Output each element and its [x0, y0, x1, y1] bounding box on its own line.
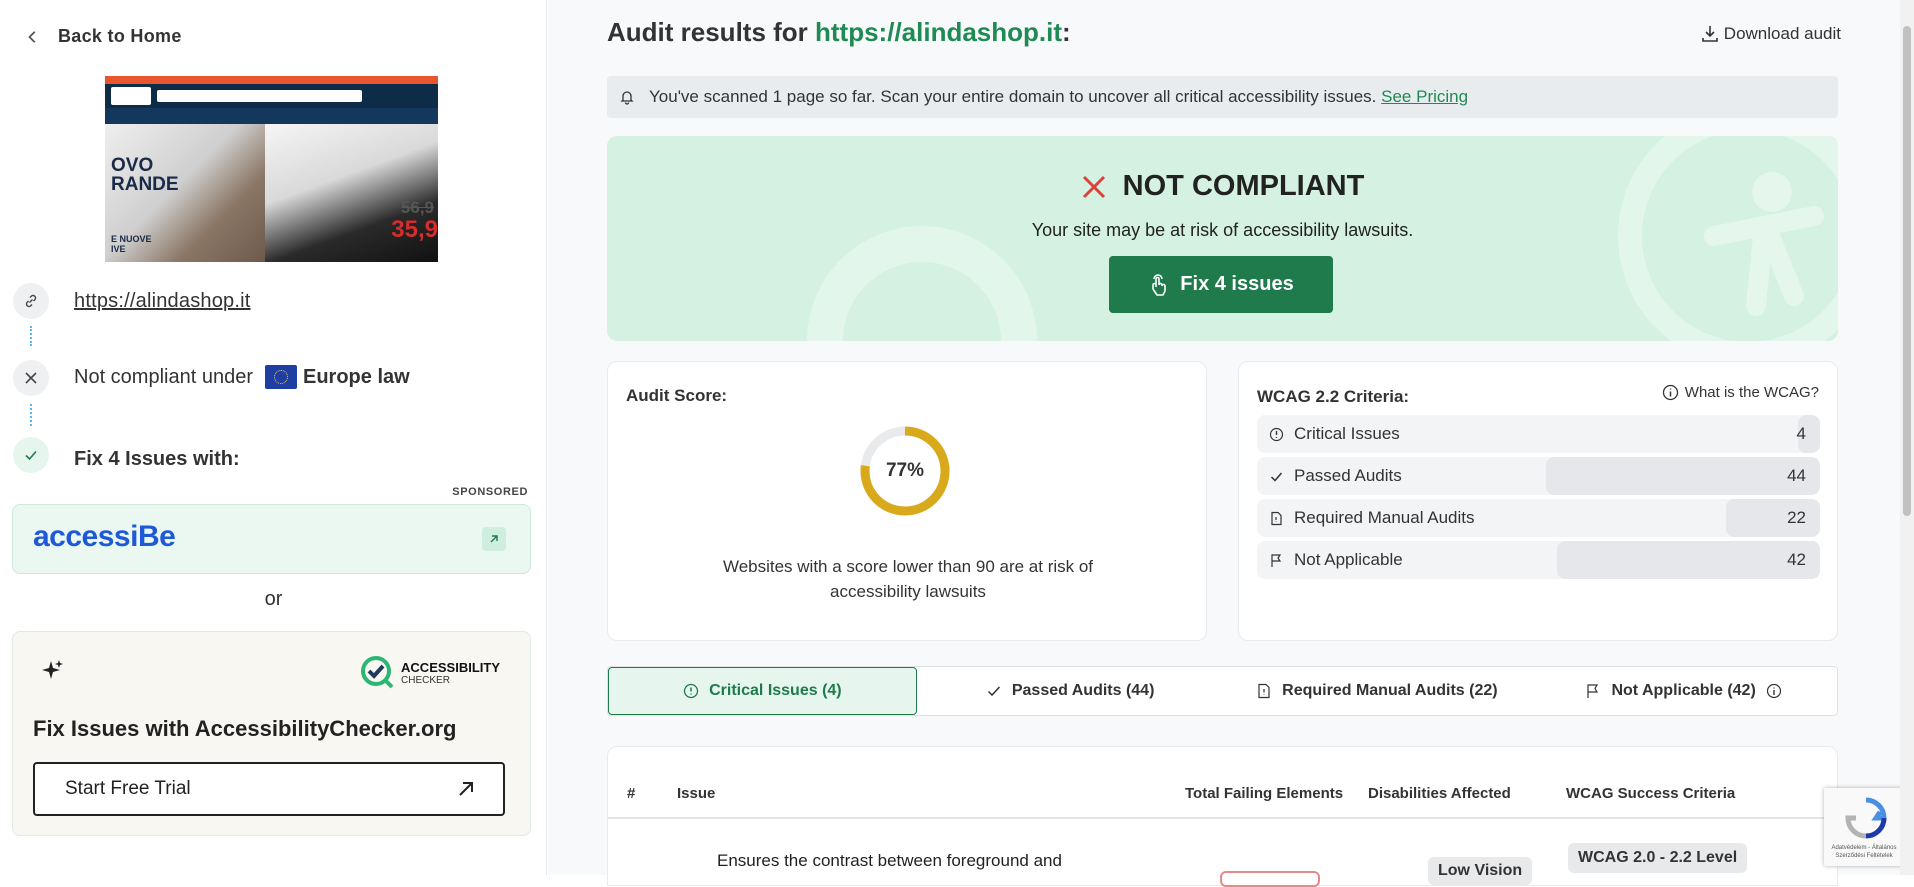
preview-headline: OVO RANDE: [111, 155, 179, 195]
wcag-criteria-card: WCAG 2.2 Criteria: What is the WCAG? Cri…: [1238, 361, 1838, 641]
criteria-row-passed: Passed Audits 44: [1257, 457, 1820, 495]
col-wcag-criteria: WCAG Success Criteria: [1566, 785, 1736, 802]
checker-title: Fix Issues with AccessibilityChecker.org: [33, 716, 457, 741]
wcag-title: WCAG 2.2 Criteria:: [1257, 387, 1410, 406]
fix-issues-button[interactable]: Fix 4 issues: [1109, 256, 1333, 313]
tap-hand-icon: [1152, 273, 1167, 296]
compliance-status: Not compliant under Europe law: [74, 365, 410, 389]
scan-notice-banner: You've scanned 1 page so far. Scan your …: [607, 76, 1838, 118]
download-icon: [1701, 26, 1718, 42]
alert-circle-icon: [1269, 427, 1284, 441]
col-failing-elements: Total Failing Elements: [1185, 785, 1344, 802]
site-url-link[interactable]: https://alindashop.it: [74, 290, 251, 313]
law-label: Europe law: [302, 365, 410, 388]
score-donut: 77%: [859, 425, 951, 517]
arrow-up-right-icon: [459, 782, 473, 796]
risk-message: Your site may be at risk of accessibilit…: [1031, 220, 1414, 240]
table-header: # Issue Total Failing Elements Disabilit…: [608, 785, 1837, 819]
failing-count-badge: [1220, 871, 1320, 887]
disability-badge: Low Vision: [1428, 857, 1533, 885]
flag-icon: [1587, 684, 1599, 698]
criteria-row-critical: Critical Issues 4: [1257, 415, 1820, 453]
audit-score-card: Audit Score: 77% Websites with a score l…: [607, 361, 1207, 641]
issue-text: Ensures the contrast between foreground …: [717, 851, 1062, 870]
col-disabilities: Disabilities Affected: [1368, 785, 1511, 802]
document-icon: [1271, 511, 1282, 525]
accessibe-card[interactable]: accessiBe: [12, 504, 531, 574]
accessibility-checker-logo: ACCESSIBILITY CHECKER: [359, 654, 500, 692]
col-issue: Issue: [677, 785, 716, 802]
close-icon: [13, 360, 49, 396]
site-preview-thumbnail: OVORANDE E NUOVEIVEN! 56,9 35,9: [105, 76, 438, 262]
recaptcha-caption: Adatvédelem - Általános Szerződési Felté…: [1831, 845, 1897, 859]
what-is-wcag-link[interactable]: What is the WCAG?: [1662, 384, 1819, 401]
tab-critical-issues[interactable]: Critical Issues (4): [608, 667, 917, 715]
bell-icon: [620, 91, 634, 105]
notice-text: You've scanned 1 page so far. Scan your …: [649, 87, 1377, 106]
check-icon: [1270, 472, 1283, 482]
check-icon: [13, 437, 49, 473]
trial-label: Start Free Trial: [65, 778, 191, 799]
info-icon: [1662, 384, 1678, 401]
page-scrollbar[interactable]: [1900, 0, 1914, 875]
tab-required-manual-audits[interactable]: Required Manual Audits (22): [1224, 667, 1531, 715]
document-icon: [1258, 683, 1270, 699]
compliance-text: Not compliant under: [74, 365, 253, 388]
external-link-icon[interactable]: [482, 527, 506, 551]
alert-circle-icon: [683, 683, 699, 699]
tab-not-applicable[interactable]: Not Applicable (42): [1530, 667, 1837, 715]
criteria-row-not-applicable: Not Applicable 42: [1257, 541, 1820, 579]
col-number: #: [627, 785, 636, 802]
recaptcha-icon: [1845, 797, 1887, 839]
or-divider: or: [264, 588, 283, 610]
preview-promo: E NUOVEIVEN!: [111, 234, 152, 254]
link-icon: [13, 283, 49, 319]
wcag-criteria-badge: WCAG 2.0 - 2.2 Level: [1568, 843, 1748, 873]
compliance-hero: NOT COMPLIANT Your site may be at risk o…: [607, 136, 1838, 341]
accessibe-logo: accessiBe: [33, 520, 176, 553]
page-title: Audit results for https://alindashop.it:: [607, 17, 1071, 47]
criteria-value: 44: [1787, 466, 1806, 485]
preview-new-price: 35,9: [391, 216, 438, 243]
audit-score-label: Audit Score:: [626, 386, 728, 405]
preview-old-price: 56,9: [400, 198, 434, 217]
title-url: https://alindashop.it: [815, 17, 1063, 47]
sponsored-label: SPONSORED: [452, 486, 528, 498]
issues-table: # Issue Total Failing Elements Disabilit…: [607, 746, 1838, 887]
info-icon[interactable]: [1766, 683, 1782, 699]
criteria-value: 22: [1787, 508, 1806, 527]
results-tabs: Critical Issues (4) Passed Audits (44) R…: [607, 666, 1838, 716]
criteria-value: 4: [1796, 424, 1806, 443]
start-free-trial-button[interactable]: Start Free Trial: [33, 762, 505, 816]
fix-with-label: Fix 4 Issues with:: [74, 448, 240, 470]
check-icon: [987, 686, 1000, 697]
sidebar: Back to Home OVORANDE E NUOVEIVEN! 56,9 …: [0, 0, 547, 875]
compliance-status-heading: NOT COMPLIANT: [607, 170, 1838, 203]
flag-icon: [1271, 553, 1282, 567]
see-pricing-link[interactable]: See Pricing: [1381, 87, 1468, 106]
preview-logo: [111, 87, 151, 105]
main-content: Audit results for https://alindashop.it:…: [548, 0, 1914, 887]
download-audit-button[interactable]: Download audit: [1700, 24, 1841, 44]
step-connector: [30, 404, 32, 426]
chevron-left-icon: [28, 30, 36, 43]
step-connector: [30, 326, 32, 346]
checker-logo-icon: [361, 656, 394, 689]
sparkle-icon: [42, 660, 63, 679]
score-message: Websites with a score lower than 90 are …: [722, 557, 1094, 601]
score-value: 77%: [885, 460, 925, 481]
criteria-row-manual: Required Manual Audits 22: [1257, 499, 1820, 537]
accessibility-checker-card: ACCESSIBILITY CHECKER Fix Issues with Ac…: [12, 631, 531, 836]
tab-passed-audits[interactable]: Passed Audits (44): [917, 667, 1224, 715]
eu-flag-icon: [264, 365, 297, 389]
recaptcha-badge[interactable]: Adatvédelem - Általános Szerződési Felté…: [1824, 788, 1904, 866]
x-icon: [1082, 175, 1105, 198]
criteria-value: 42: [1787, 550, 1806, 569]
back-label: Back to Home: [58, 26, 182, 46]
back-to-home-link[interactable]: Back to Home: [26, 26, 182, 47]
scrollbar-thumb[interactable]: [1903, 26, 1911, 516]
